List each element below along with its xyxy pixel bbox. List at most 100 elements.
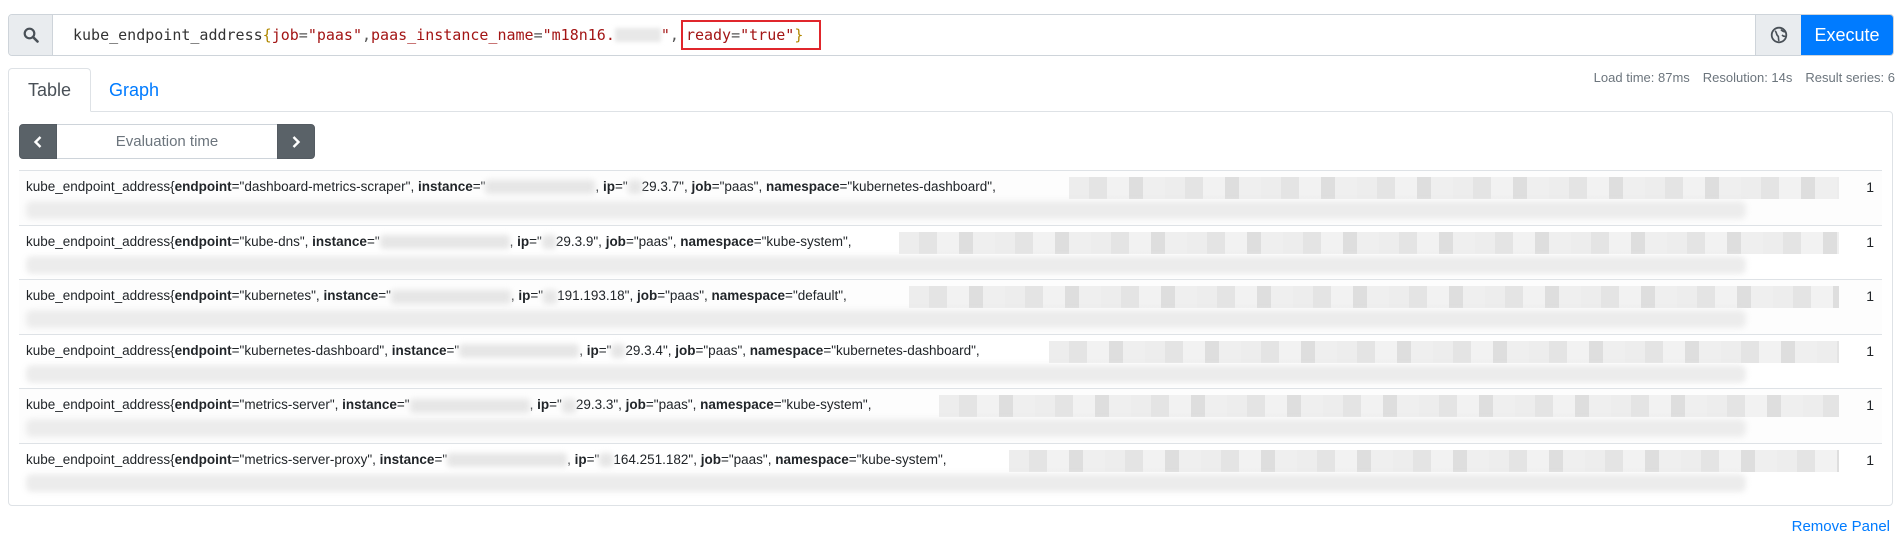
table-row: kube_endpoint_address{endpoint="dashboar… bbox=[19, 170, 1882, 225]
redacted-value bbox=[627, 180, 642, 195]
label-eq: =" bbox=[530, 288, 544, 304]
redacted-value bbox=[541, 235, 556, 250]
label-value: "paas" bbox=[653, 397, 693, 413]
label-eq: = bbox=[231, 288, 240, 304]
series-metric: kube_endpoint_address{ bbox=[26, 288, 175, 304]
query-eq-3: = bbox=[731, 26, 741, 44]
label-name: ip bbox=[586, 342, 599, 358]
redacted-value bbox=[26, 310, 1746, 329]
label-name: job bbox=[675, 342, 696, 358]
results-table: kube_endpoint_address{endpoint="dashboar… bbox=[19, 170, 1882, 498]
label-name: ip bbox=[537, 397, 550, 413]
table-panel: Evaluation time kube_endpoint_address{en… bbox=[8, 111, 1893, 506]
redacted-value bbox=[459, 344, 580, 359]
label-eq: = bbox=[848, 451, 857, 467]
label-value: 29.3.7" bbox=[641, 179, 684, 194]
prev-time-button[interactable] bbox=[19, 124, 57, 159]
resolution: Resolution: 14s bbox=[1702, 70, 1793, 85]
panel-tabs: Table Graph bbox=[8, 68, 178, 112]
label-value: "kube-dns" bbox=[239, 233, 305, 249]
redacted-value bbox=[899, 231, 1839, 254]
label-value: "paas" bbox=[633, 233, 673, 249]
remove-panel-link[interactable]: Remove Panel bbox=[1792, 518, 1890, 535]
label-sep: , bbox=[629, 288, 637, 304]
label-value: "metrics-server-proxy" bbox=[239, 451, 373, 467]
label-name: instance bbox=[312, 233, 367, 249]
label-eq: =" bbox=[434, 451, 448, 467]
label-value: "kubernetes-dashboard", bbox=[847, 179, 996, 194]
tab-table[interactable]: Table bbox=[8, 68, 92, 112]
label-name: ip bbox=[602, 179, 615, 194]
query-comma: , bbox=[669, 26, 679, 44]
label-eq: =" bbox=[396, 397, 410, 413]
label-eq: = bbox=[231, 233, 240, 249]
label-name: job bbox=[700, 451, 721, 467]
series-value: 1 bbox=[1866, 288, 1874, 305]
label-name: job bbox=[605, 233, 626, 249]
label-value: "kubernetes-dashboard", bbox=[831, 342, 980, 358]
evaluation-time-picker: Evaluation time bbox=[19, 124, 315, 159]
execute-button[interactable]: Execute bbox=[1801, 15, 1893, 55]
label-eq: = bbox=[753, 233, 762, 249]
label-sep: , bbox=[758, 179, 766, 194]
label-sep: , bbox=[579, 342, 587, 358]
label-value: 29.3.3" bbox=[575, 397, 619, 413]
table-row: kube_endpoint_address{endpoint="kube-dns… bbox=[19, 224, 1882, 280]
redacted-value bbox=[1069, 177, 1839, 199]
series-value: 1 bbox=[1866, 451, 1874, 468]
tab-graph[interactable]: Graph bbox=[91, 68, 178, 112]
label-eq: = bbox=[231, 342, 240, 358]
query-bar: kube_endpoint_address{job = "paas", paas_i… bbox=[8, 14, 1894, 56]
label-value: 29.3.9" bbox=[555, 233, 599, 249]
label-eq: = bbox=[231, 451, 240, 467]
label-name: endpoint bbox=[174, 397, 232, 413]
label-sep: , bbox=[529, 397, 538, 413]
label-value: "paas" bbox=[728, 451, 768, 467]
series-labels: kube_endpoint_address{endpoint="kubernet… bbox=[26, 342, 980, 359]
label-eq: = bbox=[785, 288, 793, 304]
redacted-value bbox=[561, 398, 576, 413]
label-sep: , bbox=[384, 342, 392, 358]
series-metric: kube_endpoint_address{ bbox=[26, 233, 175, 249]
label-name: endpoint bbox=[174, 342, 232, 358]
series-labels: kube_endpoint_address{endpoint="kubernet… bbox=[26, 288, 847, 304]
next-time-button[interactable] bbox=[277, 124, 315, 159]
label-name: namespace bbox=[749, 342, 824, 358]
redacted-value bbox=[447, 453, 568, 468]
series-metric: kube_endpoint_address{ bbox=[26, 451, 175, 467]
expression-input[interactable]: kube_endpoint_address{job = "paas", paas_i… bbox=[53, 15, 1755, 55]
label-value: "kubernetes-dashboard" bbox=[239, 342, 385, 358]
query-sep-1: , bbox=[362, 26, 372, 44]
metrics-explorer-button[interactable] bbox=[1755, 15, 1801, 55]
label-sep: , bbox=[410, 179, 418, 194]
label-eq: =" bbox=[446, 342, 460, 358]
label-eq: =" bbox=[378, 288, 391, 304]
label-eq: =" bbox=[529, 233, 542, 249]
label-eq: = bbox=[231, 397, 240, 413]
label-eq: =" bbox=[472, 179, 486, 194]
label-eq: =" bbox=[614, 179, 628, 194]
label-name: instance bbox=[379, 451, 435, 467]
label-value: "kube-system", bbox=[761, 233, 852, 249]
table-row: kube_endpoint_address{endpoint="metrics-… bbox=[19, 442, 1882, 498]
label-name: ip bbox=[517, 233, 530, 249]
label-name: instance bbox=[417, 179, 473, 194]
label-eq: = bbox=[231, 179, 240, 194]
chevron-right-icon bbox=[292, 135, 301, 148]
label-sep: , bbox=[703, 288, 712, 304]
label-sep: , bbox=[595, 179, 603, 194]
label-eq: = bbox=[720, 451, 729, 467]
label-name: endpoint bbox=[174, 288, 232, 304]
evaluation-time-input[interactable]: Evaluation time bbox=[57, 124, 277, 159]
label-sep: , bbox=[372, 451, 380, 467]
series-value: 1 bbox=[1866, 342, 1874, 359]
redacted-value bbox=[26, 473, 1746, 492]
query-label-job-value: "paas" bbox=[307, 26, 362, 44]
label-value: "kube-system", bbox=[856, 451, 947, 467]
label-sep: , bbox=[693, 451, 701, 467]
query-eq-1: = bbox=[298, 26, 308, 44]
label-sep: , bbox=[742, 342, 750, 358]
redacted-value bbox=[611, 344, 626, 359]
label-name: ip bbox=[518, 288, 531, 304]
label-eq: =" bbox=[598, 342, 612, 358]
